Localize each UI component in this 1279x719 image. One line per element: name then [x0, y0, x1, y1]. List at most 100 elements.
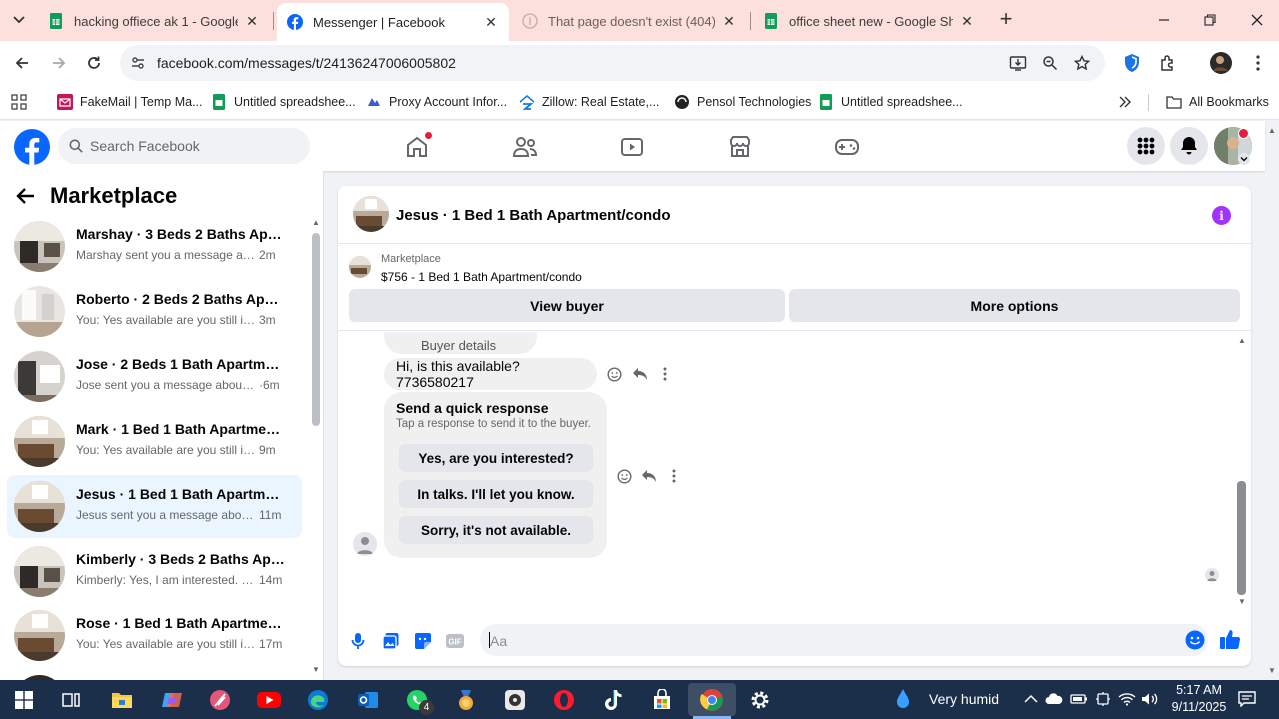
- conversation-avatar[interactable]: [353, 196, 389, 232]
- all-bookmarks[interactable]: All Bookmarks: [1166, 92, 1269, 112]
- chevron-up-icon[interactable]: [1022, 690, 1040, 708]
- bookmark-zillow[interactable]: Zillow: Real Estate,...: [519, 92, 659, 112]
- bookmark-proxy-account[interactable]: Proxy Account Infor...: [366, 92, 507, 112]
- chat-item-marshay[interactable]: Marshay · 3 Beds 2 Baths Apart... Marsha…: [7, 215, 302, 278]
- sticker-icon[interactable]: [412, 630, 434, 652]
- task-view-icon[interactable]: [57, 686, 85, 714]
- chat-item-jose[interactable]: Jose · 2 Beds 1 Bath Apartment/... Jose …: [7, 345, 302, 408]
- more-options-button[interactable]: More options: [789, 289, 1240, 322]
- profile-avatar[interactable]: [1209, 51, 1233, 75]
- chat-item-rose[interactable]: Rose · 1 Bed 1 Bath Apartment/c... You: …: [7, 604, 302, 667]
- tab-messenger[interactable]: Messenger | Facebook ✕: [277, 3, 509, 41]
- chevron-down-icon[interactable]: [1238, 153, 1250, 165]
- facebook-search-input[interactable]: Search Facebook: [58, 128, 310, 164]
- tab-page-not-exist[interactable]: That page doesn't exist (404) - I ✕: [512, 5, 747, 37]
- install-app-icon[interactable]: [1008, 53, 1028, 73]
- apps-grid-icon[interactable]: [11, 92, 27, 112]
- chat-item-mark[interactable]: Mark · 1 Bed 1 Bath Apartment/... You: Y…: [7, 410, 302, 473]
- more-actions-icon[interactable]: [665, 467, 683, 485]
- more-actions-icon[interactable]: [656, 365, 674, 383]
- chat-item-kimberly[interactable]: Kimberly · 3 Beds 2 Baths Apart... Kimbe…: [7, 540, 302, 603]
- gif-icon[interactable]: GIF: [444, 630, 466, 652]
- extensions-puzzle-icon[interactable]: [1156, 51, 1180, 75]
- shield-extension-icon[interactable]: [1120, 51, 1144, 75]
- more-bookmarks-chevron-icon[interactable]: [1118, 92, 1132, 112]
- sidebar-scrollbar[interactable]: [312, 233, 320, 426]
- close-icon[interactable]: ✕: [244, 13, 260, 30]
- onedrive-cloud-icon[interactable]: [1045, 690, 1063, 708]
- bookmark-star-icon[interactable]: [1072, 53, 1092, 73]
- settings-gear-icon[interactable]: [746, 686, 774, 714]
- thread-scrollbar[interactable]: [1237, 481, 1246, 595]
- facebook-logo-icon[interactable]: [14, 129, 50, 165]
- scroll-up-arrow[interactable]: ▲: [312, 218, 320, 227]
- message-bubble[interactable]: Hi, is this available? 7736580217: [384, 358, 597, 390]
- volume-icon[interactable]: [1141, 690, 1159, 708]
- site-info-icon[interactable]: [128, 53, 148, 73]
- clock-date[interactable]: 9/11/2025: [1168, 700, 1230, 714]
- medal-app-icon[interactable]: [452, 686, 480, 714]
- forward-arrow-icon[interactable]: [47, 51, 71, 75]
- notification-center-icon[interactable]: [1238, 690, 1256, 708]
- photo-attach-icon[interactable]: [380, 630, 402, 652]
- app-feather-icon[interactable]: [206, 686, 234, 714]
- app-disk-icon[interactable]: [501, 686, 529, 714]
- close-icon[interactable]: ✕: [721, 13, 737, 30]
- thread-scroll-down-arrow[interactable]: ▼: [1238, 597, 1246, 606]
- info-icon[interactable]: i: [1212, 206, 1231, 225]
- edge-icon[interactable]: [304, 686, 332, 714]
- zoom-icon[interactable]: [1040, 53, 1060, 73]
- minimize-icon[interactable]: [1152, 8, 1176, 32]
- tab-search-icon[interactable]: [8, 9, 30, 31]
- emoji-icon[interactable]: [1185, 630, 1205, 650]
- clock-time[interactable]: 5:17 AM: [1172, 683, 1226, 697]
- outlook-icon[interactable]: [354, 686, 382, 714]
- gaming-nav-icon[interactable]: [833, 133, 861, 161]
- thumbs-up-icon[interactable]: [1219, 628, 1241, 650]
- home-nav-icon[interactable]: [403, 131, 433, 161]
- wifi-icon[interactable]: [1118, 690, 1136, 708]
- view-buyer-button[interactable]: View buyer: [349, 289, 785, 322]
- bookmark-untitled-spreadsheet-1[interactable]: Untitled spreadshee...: [211, 92, 356, 112]
- back-arrow-icon[interactable]: [10, 51, 34, 75]
- whatsapp-icon[interactable]: 4: [403, 686, 434, 715]
- page-scroll-down-arrow[interactable]: ▼: [1268, 666, 1276, 675]
- chat-item-roberto[interactable]: Roberto · 2 Beds 2 Baths Apart... You: Y…: [7, 280, 302, 343]
- copilot-icon[interactable]: [158, 686, 186, 714]
- tab-hacking-offiece[interactable]: hacking offiece ak 1 - Google D ✕: [38, 5, 270, 37]
- menu-grid-button[interactable]: [1127, 127, 1165, 165]
- close-icon[interactable]: ✕: [959, 13, 975, 30]
- youtube-icon[interactable]: [255, 686, 283, 714]
- conversation-title[interactable]: Jesus · 1 Bed 1 Bath Apartment/condo: [396, 207, 671, 224]
- close-icon[interactable]: ✕: [483, 14, 499, 31]
- quick-response-in-talks-button[interactable]: In talks. I'll let you know.: [399, 480, 593, 508]
- weather-text[interactable]: Very humid: [929, 691, 999, 707]
- reply-arrow-icon[interactable]: [631, 365, 649, 383]
- react-smiley-icon[interactable]: [605, 365, 623, 383]
- bookmark-pensol[interactable]: Pensol Technologies: [674, 92, 811, 112]
- bookmark-fakemail[interactable]: FakeMail | Temp Ma...: [57, 92, 203, 112]
- video-nav-icon[interactable]: [618, 133, 646, 161]
- message-input[interactable]: Aa: [480, 624, 1208, 656]
- react-smiley-icon[interactable]: [615, 467, 633, 485]
- vpn-icon[interactable]: [1094, 690, 1112, 708]
- restore-icon[interactable]: [1198, 8, 1222, 32]
- file-explorer-icon[interactable]: [108, 686, 136, 714]
- reload-icon[interactable]: [82, 51, 106, 75]
- marketplace-nav-icon[interactable]: [726, 133, 754, 161]
- chrome-menu-icon[interactable]: [1246, 51, 1270, 75]
- microsoft-store-icon[interactable]: [648, 686, 676, 714]
- windows-start-icon[interactable]: [10, 686, 38, 714]
- chat-item-jesus[interactable]: Jesus · 1 Bed 1 Bath Apartment/... Jesus…: [7, 475, 302, 538]
- tab-office-sheet[interactable]: office sheet new - Google Shee ✕: [753, 5, 985, 37]
- quick-response-interested-button[interactable]: Yes, are you interested?: [399, 444, 593, 472]
- tiktok-icon[interactable]: [599, 686, 627, 714]
- bookmark-untitled-spreadsheet-2[interactable]: Untitled spreadshee...: [818, 92, 963, 112]
- battery-icon[interactable]: [1070, 690, 1088, 708]
- notifications-button[interactable]: [1170, 127, 1208, 165]
- address-bar[interactable]: facebook.com/messages/t/2413624700600580…: [120, 45, 1105, 81]
- close-window-icon[interactable]: [1245, 8, 1269, 32]
- scroll-down-arrow[interactable]: ▼: [312, 665, 320, 674]
- friends-nav-icon[interactable]: [511, 133, 539, 161]
- quick-response-not-available-button[interactable]: Sorry, it's not available.: [399, 516, 593, 544]
